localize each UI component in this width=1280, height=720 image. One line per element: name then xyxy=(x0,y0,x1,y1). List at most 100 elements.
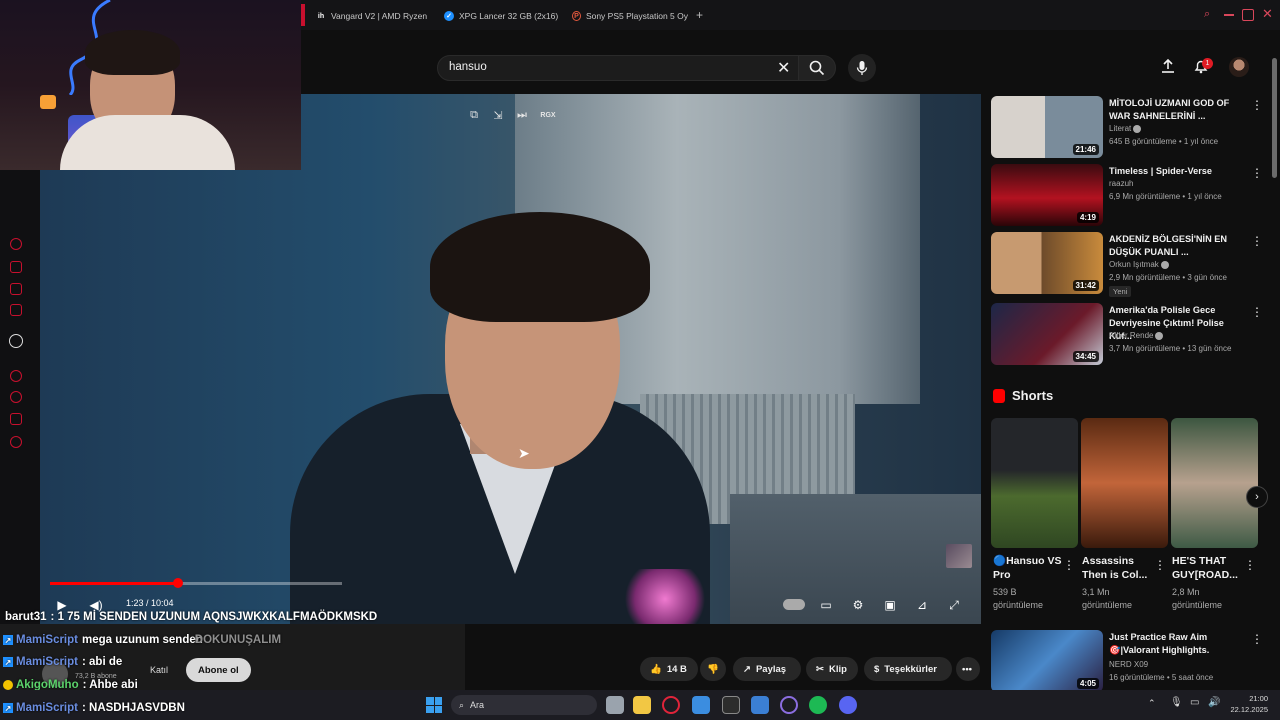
recommendation-item[interactable]: 31:42 AKDENİZ BÖLGESİ'NİN EN DÜŞÜK PUANL… xyxy=(991,232,1271,297)
clear-search-icon[interactable]: ✕ xyxy=(777,58,790,78)
rgx-button[interactable]: RGX xyxy=(538,106,558,124)
cast-icon[interactable]: ⊿ xyxy=(912,596,932,614)
scrollbar[interactable] xyxy=(1272,58,1277,178)
close-button[interactable]: ✕ xyxy=(1262,6,1273,22)
video-player[interactable] xyxy=(40,94,981,624)
end-card-thumb[interactable] xyxy=(946,544,972,568)
join-button[interactable]: Katıl xyxy=(142,660,176,680)
spotify-icon[interactable] xyxy=(809,696,827,714)
video-title[interactable]: AKDENİZ BÖLGESİ'NİN EN DÜŞÜK PUANLI ... xyxy=(1109,233,1249,259)
subtitles-icon[interactable]: ▭ xyxy=(816,596,836,614)
recommendation-item[interactable]: 4:05 Just Practice Raw Aim 🎯|Valorant Hi… xyxy=(991,630,1271,694)
music-icon[interactable] xyxy=(10,304,22,316)
more-options-icon[interactable]: ⋮ xyxy=(1251,166,1263,180)
discord-icon[interactable] xyxy=(839,696,857,714)
more-options-icon[interactable]: ⋮ xyxy=(1251,98,1263,112)
thanks-button[interactable]: $ Teşekkürler xyxy=(864,657,952,681)
browser-tab[interactable]: ih Vangard V2 | AMD Ryzen xyxy=(316,7,434,25)
short-thumbnail[interactable] xyxy=(1171,418,1258,548)
upload-button[interactable] xyxy=(1160,58,1176,79)
video-frame-light xyxy=(625,569,705,624)
browser-tab[interactable]: P Sony PS5 Playstation 5 Oy xyxy=(572,7,688,25)
short-thumbnail[interactable] xyxy=(1081,418,1168,548)
network-icon[interactable]: ▭ xyxy=(1190,697,1199,708)
pip-icon[interactable]: ⇲ xyxy=(489,106,507,124)
video-thumbnail[interactable]: 4:05 xyxy=(991,630,1103,692)
share-button[interactable]: ↗ Paylaş xyxy=(733,657,801,681)
next-icon[interactable]: ⏭ xyxy=(513,106,531,124)
fullscreen-icon[interactable]: ⤢ xyxy=(944,596,964,614)
short-title[interactable]: Assassins Then is Col... xyxy=(1082,554,1156,582)
more-options-icon[interactable]: ⋮ xyxy=(1251,234,1263,248)
search-input[interactable] xyxy=(437,55,799,81)
more-options-icon[interactable]: ⋮ xyxy=(1154,558,1166,572)
channel-name[interactable]: Alper Rende xyxy=(1109,331,1164,340)
short-title[interactable]: 🔵Hansuo VS Pro xyxy=(993,554,1067,582)
voice-search-button[interactable] xyxy=(848,54,876,82)
avatar[interactable] xyxy=(1229,57,1249,77)
video-thumbnail[interactable]: 4:19 xyxy=(991,164,1103,226)
clip-button[interactable]: ✂ Klip xyxy=(806,657,858,681)
app-icon[interactable] xyxy=(751,696,769,714)
recommendation-item[interactable]: 34:45 Amerika'da Polisle Gece Devriyesin… xyxy=(991,303,1271,367)
short-views: 539 B görüntüleme xyxy=(993,587,1044,610)
player-icon[interactable] xyxy=(10,370,22,382)
taskbar-clock[interactable]: 21:00 22.12.2025 xyxy=(1228,693,1268,715)
settings-gear-icon[interactable]: ⚙ xyxy=(848,596,868,614)
short-title[interactable]: HE'S THAT GUY[ROAD... xyxy=(1172,554,1246,582)
channel-name[interactable]: raazuh xyxy=(1109,179,1133,188)
chevron-up-icon[interactable]: ⌃ xyxy=(1148,698,1156,709)
recommendation-item[interactable]: 21:46 MİTOLOJİ UZMANI GOD OF WAR SAHNELE… xyxy=(991,96,1271,160)
more-options-icon[interactable]: ⋮ xyxy=(1251,305,1263,319)
chat-message: barut31 : 1 75 Mİ SENDEN UZUNUM AQNSJWKX… xyxy=(0,608,377,626)
app-icon[interactable] xyxy=(780,696,798,714)
miniplayer-icon[interactable]: ⧉ xyxy=(465,106,483,124)
more-options-icon[interactable]: ⋮ xyxy=(1063,558,1075,572)
theater-icon[interactable]: ▣ xyxy=(880,596,900,614)
taskbar-search[interactable]: ⌕ Ara xyxy=(451,695,597,715)
more-options-icon[interactable]: ⋮ xyxy=(1251,632,1263,646)
video-title[interactable]: MİTOLOJİ UZMANI GOD OF WAR SAHNELERİNİ .… xyxy=(1109,97,1249,123)
video-thumbnail[interactable]: 31:42 xyxy=(991,232,1103,294)
windows-start-icon[interactable] xyxy=(426,697,442,713)
settings-icon[interactable] xyxy=(10,436,22,448)
verified-icon xyxy=(1160,260,1169,269)
video-thumbnail[interactable]: 34:45 xyxy=(991,303,1103,365)
file-explorer-icon[interactable] xyxy=(633,696,651,714)
video-title[interactable]: Timeless | Spider-Verse xyxy=(1109,165,1249,178)
duration-badge: 4:19 xyxy=(1076,212,1099,223)
search-icon[interactable]: ⌕ xyxy=(1204,8,1210,21)
shorts-next-button[interactable]: › xyxy=(1246,486,1268,508)
volume-icon[interactable]: 🔊 xyxy=(1208,697,1220,708)
history-icon[interactable] xyxy=(10,238,22,250)
channel-name[interactable]: Literat xyxy=(1109,124,1142,133)
opera-icon[interactable] xyxy=(662,696,680,714)
game-icon[interactable] xyxy=(10,261,22,273)
video-thumbnail[interactable]: 21:46 xyxy=(991,96,1103,158)
autoplay-toggle[interactable] xyxy=(783,599,805,610)
task-view-icon[interactable] xyxy=(606,696,624,714)
channel-name[interactable]: NERD X09 xyxy=(1109,660,1148,669)
like-button[interactable]: 👍 14 B xyxy=(640,657,698,681)
chatgpt-icon[interactable] xyxy=(9,334,23,348)
more-options-icon[interactable]: ⋮ xyxy=(1244,558,1256,572)
new-tab-button[interactable]: + xyxy=(696,8,703,22)
app-icon[interactable] xyxy=(692,696,710,714)
dislike-button[interactable]: 👎 xyxy=(700,657,726,681)
extensions-icon[interactable] xyxy=(10,413,22,425)
maximize-button[interactable] xyxy=(1242,9,1254,21)
subscribe-button[interactable]: Abone ol xyxy=(186,658,251,682)
microphone-icon[interactable]: 🎙 xyxy=(1170,697,1183,708)
more-actions-button[interactable]: ••• xyxy=(956,657,980,681)
short-thumbnail[interactable] xyxy=(991,418,1078,548)
share-icon: ↗ xyxy=(743,663,751,675)
minimize-button[interactable] xyxy=(1224,14,1234,16)
clock-icon[interactable] xyxy=(10,391,22,403)
search-button[interactable] xyxy=(798,55,836,81)
channel-name[interactable]: Orkun Işıtmak xyxy=(1109,260,1169,269)
messenger-icon[interactable] xyxy=(10,283,22,295)
video-title[interactable]: Just Practice Raw Aim 🎯|Valorant Highlig… xyxy=(1109,631,1249,657)
recommendation-item[interactable]: 4:19 Timeless | Spider-Verse raazuh 6,9 … xyxy=(991,164,1271,228)
app-icon[interactable] xyxy=(722,696,740,714)
browser-tab[interactable]: ✓ XPG Lancer 32 GB (2x16) xyxy=(444,7,564,25)
